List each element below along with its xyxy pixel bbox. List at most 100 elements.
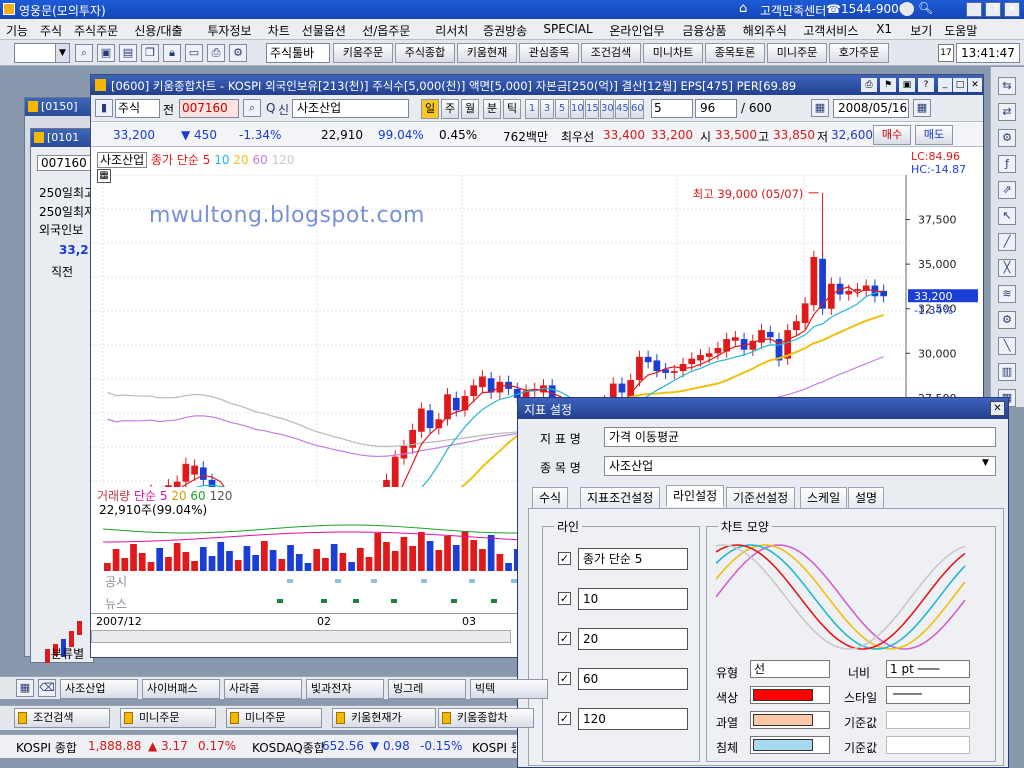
prev-label[interactable]: 전 <box>163 101 174 118</box>
minute-button-6[interactable]: 45 <box>615 99 629 119</box>
customer-center-label[interactable]: 고객만족센터 <box>760 2 826 19</box>
toolbar-button-0[interactable]: 키움주문 <box>333 43 393 63</box>
maximize-icon[interactable]: □ <box>953 78 967 92</box>
base-value2-input[interactable] <box>886 736 970 754</box>
save-icon[interactable]: ▣ <box>899 78 915 92</box>
type-select[interactable]: 선 <box>750 660 830 678</box>
chevron-down-icon[interactable]: ▼ <box>55 44 69 62</box>
menu-item-9[interactable]: 증권방송 <box>483 22 527 39</box>
toolbar-button-7[interactable]: 미니주문 <box>767 43 827 63</box>
menu-item-3[interactable]: 신용/대출 <box>134 22 182 39</box>
toolbar-button-1[interactable]: 주식종합 <box>395 43 455 63</box>
line-name-1[interactable]: 10 <box>578 588 688 610</box>
style-select[interactable]: ──── <box>886 686 970 704</box>
minute-button-2[interactable]: 5 <box>555 99 569 119</box>
minute-button-1[interactable]: 3 <box>540 99 554 119</box>
tool-icon-2[interactable]: ⚙ <box>998 129 1016 147</box>
count-input[interactable]: 96 <box>695 99 737 118</box>
indicator-name-field[interactable]: 가격 이동평균 <box>604 427 996 447</box>
menu-item-14[interactable]: 고객서비스 <box>803 22 858 39</box>
minimize-icon[interactable]: _ <box>966 2 982 17</box>
eraser-icon[interactable]: ⌫ <box>38 679 56 697</box>
toolbar-button-3[interactable]: 관심종목 <box>519 43 579 63</box>
close-icon[interactable]: ✕ <box>968 78 982 92</box>
restore-icon[interactable]: ❐ <box>985 2 1001 17</box>
chevron-down-icon[interactable]: ▼ <box>982 458 989 468</box>
q-label[interactable]: Q <box>266 101 275 115</box>
minute-button-5[interactable]: 30 <box>600 99 614 119</box>
tool-icon-8[interactable]: ≋ <box>998 285 1016 303</box>
lock-icon[interactable]: ▮ <box>95 99 113 117</box>
bg-tab-0[interactable]: 분류별 <box>51 645 84 662</box>
calendar-icon[interactable]: ▦ <box>913 99 931 117</box>
print-icon[interactable]: ⎙ <box>207 44 225 62</box>
toolbar-button-5[interactable]: 미니차트 <box>643 43 703 63</box>
menu-item-16[interactable]: 보기 <box>910 22 932 39</box>
minimize-icon[interactable]: _ <box>938 78 952 92</box>
dialog-tab-0[interactable]: 수식 <box>532 487 569 509</box>
period-button-4[interactable]: 틱 <box>503 99 521 119</box>
slump-color-picker[interactable] <box>750 736 830 754</box>
sin-label[interactable]: 신 <box>278 101 289 118</box>
menu-item-1[interactable]: 주식 <box>40 22 62 39</box>
task-window-2[interactable]: 미니주문 <box>226 708 322 728</box>
search-icon[interactable]: ⌕ <box>243 99 261 117</box>
line-checkbox-3[interactable]: ✓ <box>558 672 571 685</box>
period-button-3[interactable]: 분 <box>483 99 501 119</box>
tool-icon-9[interactable]: ⚙ <box>998 311 1016 329</box>
gear-icon[interactable]: ⚙ <box>229 44 247 62</box>
lock-icon[interactable]: 🔒︎ <box>163 44 181 62</box>
dialog-tab-3[interactable]: 기준선설정 <box>726 487 796 509</box>
toolbar-button-6[interactable]: 종목토론 <box>705 43 765 63</box>
color-picker[interactable] <box>750 686 830 704</box>
tool-icon-1[interactable]: ⇄ <box>998 103 1016 121</box>
home-icon[interactable]: ⌂ <box>739 1 747 16</box>
minute-button-0[interactable]: 1 <box>525 99 539 119</box>
tool-icon-11[interactable]: ▥ <box>998 363 1016 381</box>
base-value-input[interactable] <box>886 711 970 729</box>
person-icon[interactable] <box>900 2 914 16</box>
menu-item-4[interactable]: 투자정보 <box>207 22 251 39</box>
menu-item-13[interactable]: 해외주식 <box>743 22 787 39</box>
sell-button[interactable]: 매도 <box>915 125 953 145</box>
dialog-tab-2[interactable]: 라인설정 <box>666 485 725 507</box>
menu-item-17[interactable]: 도움말 <box>944 22 977 39</box>
buy-button[interactable]: 매수 <box>873 125 911 145</box>
line-name-4[interactable]: 120 <box>578 708 688 730</box>
dialog-tab-4[interactable]: 스케일 <box>800 487 848 509</box>
quick-stock-0[interactable]: 사조산업 <box>60 679 138 699</box>
search-icon[interactable]: ⌕ <box>75 44 93 62</box>
menu-item-2[interactable]: 주식주문 <box>74 22 118 39</box>
toolbar-button-4[interactable]: 조건검색 <box>581 43 641 63</box>
period-button-2[interactable]: 월 <box>461 99 479 119</box>
copy-icon[interactable]: ❐ <box>141 44 159 62</box>
line-checkbox-1[interactable]: ✓ <box>558 592 571 605</box>
toolbar-button-8[interactable]: 호가주문 <box>829 43 889 63</box>
menu-item-5[interactable]: 차트 <box>268 22 290 39</box>
menu-item-11[interactable]: 온라인업무 <box>609 22 664 39</box>
menu-item-10[interactable]: SPECIAL <box>543 22 592 36</box>
task-window-1[interactable]: 미니주문 <box>120 708 216 728</box>
close-icon[interactable]: ✕ <box>990 401 1005 416</box>
quick-stock-3[interactable]: 빛과전자 <box>306 679 384 699</box>
bg-window-0101[interactable]: [0101 007160 250일최고 250일최저 외국인보 33,2 직전 … <box>30 128 95 663</box>
dialog-tab-1[interactable]: 지표조건설정 <box>580 487 661 509</box>
calendar-icon[interactable]: 17 <box>938 44 954 62</box>
dialog-tab-5[interactable]: 설명 <box>848 487 885 509</box>
menu-item-7[interactable]: 선/옵주문 <box>362 22 410 39</box>
line-checkbox-0[interactable]: ✓ <box>558 552 571 565</box>
menu-item-8[interactable]: 리서치 <box>435 22 468 39</box>
line-checkbox-2[interactable]: ✓ <box>558 632 571 645</box>
calendar-icon[interactable]: ▦ <box>811 99 829 117</box>
tool-icon-10[interactable]: ╲ <box>998 337 1016 355</box>
date-input[interactable]: 2008/05/16 <box>833 99 909 118</box>
line-name-3[interactable]: 60 <box>578 668 688 690</box>
task-window-3[interactable]: 키움현재가 <box>332 708 436 728</box>
interval-input[interactable]: 5 <box>651 99 693 118</box>
minute-button-3[interactable]: 10 <box>570 99 584 119</box>
tool-icon-7[interactable]: ╳ <box>998 259 1016 277</box>
tool-icon-5[interactable]: ↖ <box>998 207 1016 225</box>
window-icon[interactable]: ▤ <box>119 44 137 62</box>
period-button-0[interactable]: 일 <box>421 99 439 119</box>
quick-stock-1[interactable]: 사이버패스 <box>142 679 220 699</box>
